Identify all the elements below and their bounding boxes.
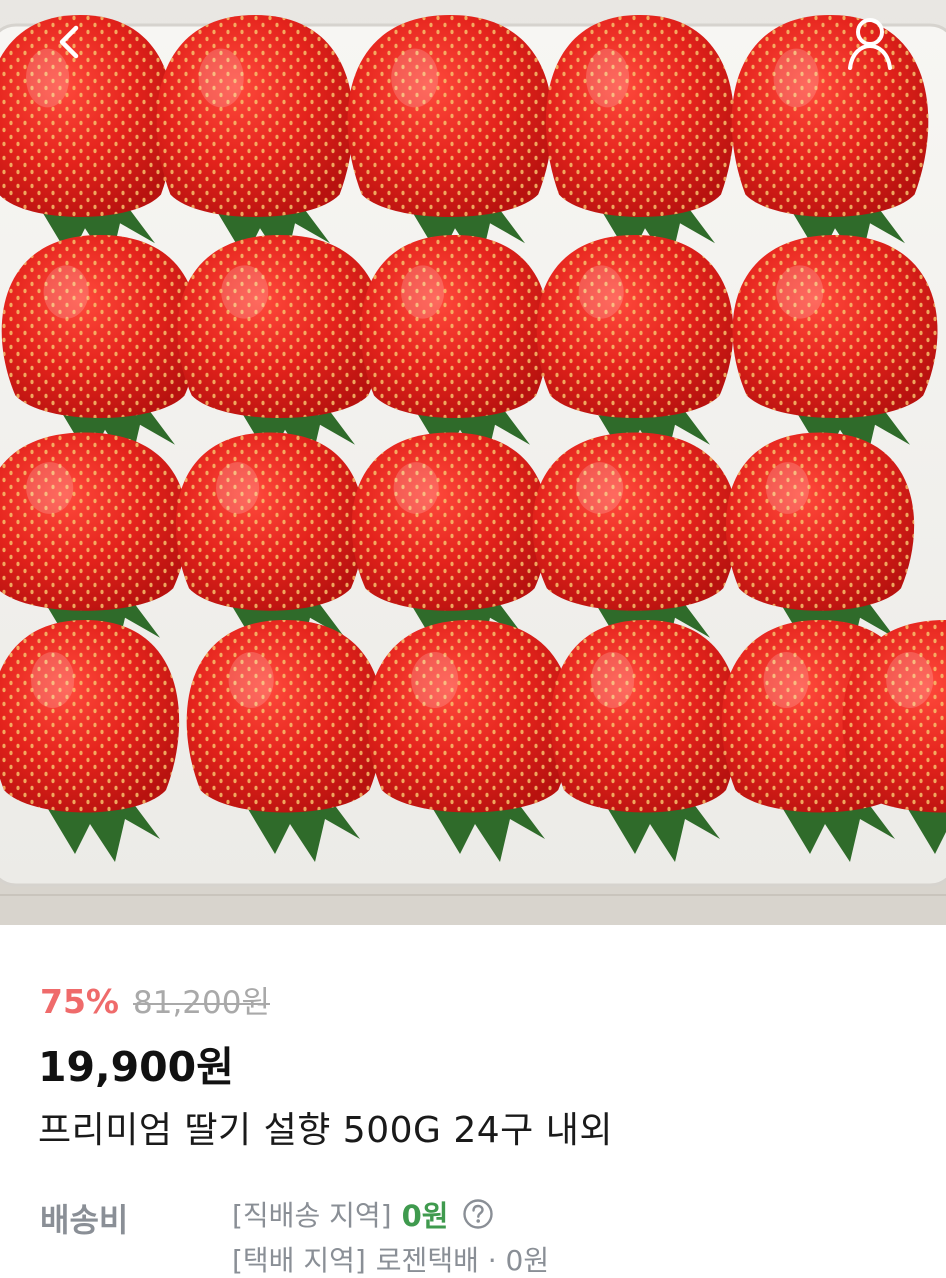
direct-fee: 0원: [401, 1199, 449, 1233]
courier-detail: 로젠택배 · 0원: [375, 1244, 550, 1277]
discount-rate: 75%: [40, 982, 119, 1021]
product-info: 75% 81,200원 19,900원 프리미엄 딸기 설향 500G 24구 …: [0, 925, 946, 1278]
product-detail-page: 75% 81,200원 19,900원 프리미엄 딸기 설향 500G 24구 …: [0, 0, 946, 1278]
product-title: 프리미엄 딸기 설향 500G 24구 내외: [38, 1110, 613, 1151]
chevron-left-icon: [59, 25, 79, 59]
profile-button[interactable]: [838, 10, 902, 74]
direct-region-label: [직배송 지역]: [232, 1199, 392, 1232]
strawberry-photo: [0, 15, 946, 925]
shipping-courier: [택배 지역] 로젠택배 · 0원: [232, 1239, 549, 1278]
shipping-direct: [직배송 지역] 0원: [232, 1193, 494, 1235]
back-button[interactable]: [38, 10, 102, 74]
original-price: 81,200원: [133, 985, 270, 1021]
question-circle-icon[interactable]: [462, 1198, 494, 1230]
user-icon: [848, 18, 892, 70]
courier-region-label: [택배 지역]: [232, 1244, 366, 1277]
sale-price: 19,900원: [38, 1043, 234, 1091]
shipping-label: 배송비: [40, 1201, 129, 1239]
price-row: 75% 81,200원: [40, 977, 270, 1022]
product-image: [0, 0, 946, 925]
